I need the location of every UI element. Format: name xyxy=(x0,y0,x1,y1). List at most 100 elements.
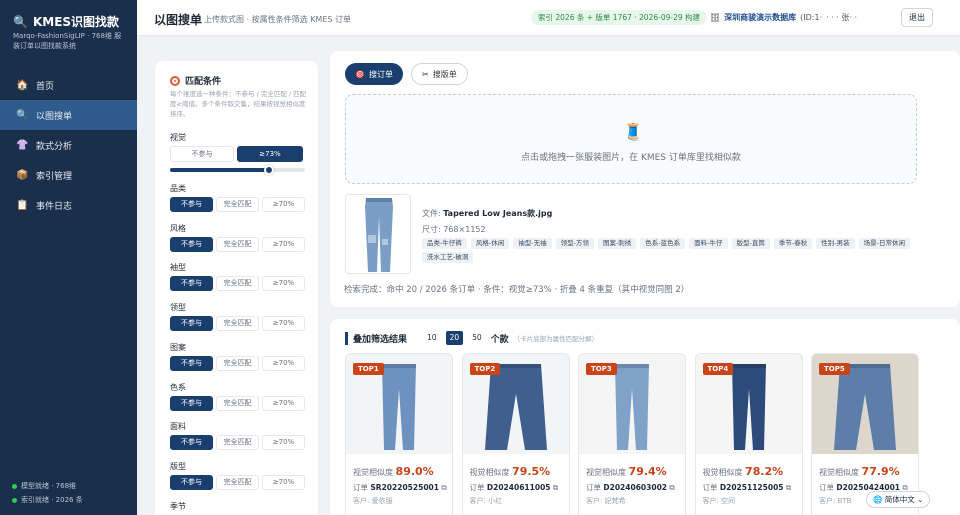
similarity-line: 视觉相似度 77.9% xyxy=(819,465,900,478)
target-icon: 🎯 xyxy=(355,69,365,79)
attribute-threshold-button[interactable]: ≥70% xyxy=(262,316,305,332)
results-title: 叠加筛选结果 xyxy=(353,334,408,345)
count-option-50[interactable]: 50 xyxy=(468,331,486,345)
order-number: D20240603002 xyxy=(603,483,668,492)
attribute-threshold-button[interactable]: ≥70% xyxy=(262,236,305,252)
attribute-skip-button[interactable]: 不参与 xyxy=(170,236,213,252)
attribute-tag: 图案-刺绣 xyxy=(597,238,637,249)
attribute-threshold-button[interactable]: ≥70% xyxy=(262,197,305,212)
visual-threshold-button[interactable]: ≥73% xyxy=(237,146,303,162)
attribute-segment: 不参与 完全匹配 ≥70% xyxy=(170,236,305,252)
file-name-line: 文件: Tapered Low Jeans款.jpg xyxy=(422,209,553,218)
slider-handle[interactable] xyxy=(263,165,274,175)
tab-search-orders[interactable]: 🎯 搜订单 xyxy=(345,63,403,85)
attribute-segment: 不参与 完全匹配 ≥70% xyxy=(170,474,305,490)
order-line: 订单 SR20220525001 ⧉ xyxy=(353,483,447,492)
attribute-threshold-button[interactable]: ≥70% xyxy=(262,474,305,490)
title-accent-bar xyxy=(345,331,348,345)
slider-fill xyxy=(170,168,269,172)
visual-segment: 不参与 ≥73% xyxy=(170,146,305,162)
brand-title: KMES识图找款 xyxy=(32,15,120,29)
index-status: 索引就绪 · 2026 条 xyxy=(12,495,83,505)
copy-icon[interactable]: ⧉ xyxy=(553,483,558,492)
order-line: 订单 D20251125005 ⧉ xyxy=(702,483,792,492)
shirt-icon: 👚 xyxy=(16,139,29,151)
attribute-label: 面料 xyxy=(170,422,186,432)
search-icon: 🔍 xyxy=(16,109,29,121)
attribute-exact-button[interactable]: 完全匹配 xyxy=(216,197,259,212)
search-panel: 🎯 搜订单 ✂ 搜版单 🧵 点击或拖拽一张服装图片，在 KMES 订单库里找相似款 … xyxy=(330,51,960,307)
sidebar-item-image-search[interactable]: 🔍 以图搜单 xyxy=(0,100,137,130)
attribute-skip-button[interactable]: 不参与 xyxy=(170,276,213,292)
customer-name: 妃梵希 xyxy=(604,497,626,505)
logout-button[interactable]: 退出 xyxy=(901,8,933,27)
visual-threshold-slider[interactable] xyxy=(170,165,305,175)
result-card[interactable]: TOP2 视觉相似度 79.5% 订单 D20240611005 ⧉ 客户: 小红 xyxy=(461,353,570,515)
brand-subtitle: Marqo-FashionSigLIP · 768维 服装订单以图找款系统 xyxy=(13,32,122,50)
rank-badge: TOP4 xyxy=(702,363,734,375)
attribute-condition: 色系 不参与 完全匹配 ≥70% xyxy=(170,382,305,411)
sidebar-item-event-log[interactable]: 📋 事件日志 xyxy=(0,190,137,220)
attribute-tags: 品类-牛仔裤 风格-休闲 袖型-无袖 领型-方领 图案-刺绣 色系-蓝色系 面料-牛仔 版型-… xyxy=(422,238,922,263)
attribute-skip-button[interactable]: 不参与 xyxy=(170,316,213,332)
copy-icon[interactable]: ⧉ xyxy=(669,483,674,492)
image-dropzone[interactable]: 🧵 点击或拖拽一张服装图片，在 KMES 订单库里找相似款 xyxy=(345,94,917,184)
attribute-skip-button[interactable]: 不参与 xyxy=(170,395,213,411)
result-card[interactable]: TOP1 视觉相似度 89.0% 订单 SR20220525001 ⧉ 客户: 爱依服 xyxy=(345,353,453,515)
attribute-skip-button[interactable]: 不参与 xyxy=(170,355,213,371)
attribute-skip-button[interactable]: 不参与 xyxy=(170,474,213,490)
attribute-label: 版型 xyxy=(170,461,186,471)
file-name: Tapered Low Jeans款.jpg xyxy=(443,209,553,218)
attribute-exact-button[interactable]: 完全匹配 xyxy=(216,236,259,252)
status-dot xyxy=(12,497,17,503)
file-size-line: 尺寸: 768×1152 xyxy=(422,225,486,234)
attribute-threshold-button[interactable]: ≥70% xyxy=(262,355,305,371)
copy-icon[interactable]: ⧉ xyxy=(441,483,446,492)
attribute-tag: 面料-牛仔 xyxy=(689,238,728,249)
attribute-condition: 风格 不参与 完全匹配 ≥70% xyxy=(170,223,305,252)
attribute-tag: 风格-休闲 xyxy=(470,238,510,249)
sidebar-item-home[interactable]: 🏠 首页 xyxy=(0,70,137,100)
attribute-skip-button[interactable]: 不参与 xyxy=(170,435,213,451)
user-name: · · · 张· · xyxy=(826,13,858,22)
attribute-exact-button[interactable]: 完全匹配 xyxy=(216,474,259,490)
attribute-tag: 色系-蓝色系 xyxy=(640,238,686,249)
target-icon xyxy=(170,75,180,86)
sidebar-item-index-management[interactable]: 📦 索引管理 xyxy=(0,160,137,190)
attribute-skip-button[interactable]: 不参与 xyxy=(170,197,213,212)
search-icon: 🔍 xyxy=(13,14,28,29)
rank-badge: TOP3 xyxy=(586,363,617,375)
attribute-threshold-button[interactable]: ≥70% xyxy=(262,395,305,411)
box-icon: 📦 xyxy=(16,169,29,181)
page-title: 以图搜单 xyxy=(154,13,203,27)
attribute-segment: 不参与 完全匹配 ≥70% xyxy=(170,276,305,292)
attribute-exact-button[interactable]: 完全匹配 xyxy=(216,395,259,411)
count-option-20[interactable]: 20 xyxy=(445,331,464,345)
tab-search-samples[interactable]: ✂ 搜版单 xyxy=(411,63,468,85)
results-note: （卡片底部为属性匹配分解） xyxy=(513,335,599,343)
attribute-exact-button[interactable]: 完全匹配 xyxy=(216,435,259,451)
attribute-exact-button[interactable]: 完全匹配 xyxy=(216,355,259,371)
model-status: 模型就绪 · 768维 xyxy=(12,481,76,491)
attribute-label: 图案 xyxy=(170,342,186,352)
language-selector[interactable]: 🌐 简体中文 ⌄ xyxy=(866,491,931,508)
attribute-exact-button[interactable]: 完全匹配 xyxy=(216,276,259,292)
query-image-preview xyxy=(345,194,411,274)
result-card[interactable]: TOP3 视觉相似度 79.4% 订单 D20240603002 ⧉ 客户: 妃梵希 xyxy=(578,353,686,515)
attribute-label: 品类 xyxy=(170,184,186,193)
copy-icon[interactable]: ⧉ xyxy=(786,483,791,492)
house-icon: 🏠 xyxy=(16,79,29,91)
attribute-exact-button[interactable]: 完全匹配 xyxy=(216,316,259,332)
attribute-threshold-button[interactable]: ≥70% xyxy=(262,276,305,292)
sidebar-item-style-analysis[interactable]: 👚 款式分析 xyxy=(0,130,137,160)
count-option-10[interactable]: 10 xyxy=(423,331,441,345)
customer-line: 客户: BTB xyxy=(819,497,852,505)
order-line: 订单 D20240603002 ⧉ xyxy=(586,483,675,492)
visual-skip-button[interactable]: 不参与 xyxy=(170,146,234,162)
attribute-tag: 洗水工艺-破洞 xyxy=(422,252,474,263)
result-card[interactable]: TOP4 视觉相似度 78.2% 订单 D20251125005 ⧉ 客户: 空间 xyxy=(694,353,803,515)
jeans-image xyxy=(346,195,410,273)
rank-badge: TOP1 xyxy=(353,363,384,375)
attribute-threshold-button[interactable]: ≥70% xyxy=(262,435,305,451)
sidebar-item-label: 事件日志 xyxy=(36,201,73,212)
